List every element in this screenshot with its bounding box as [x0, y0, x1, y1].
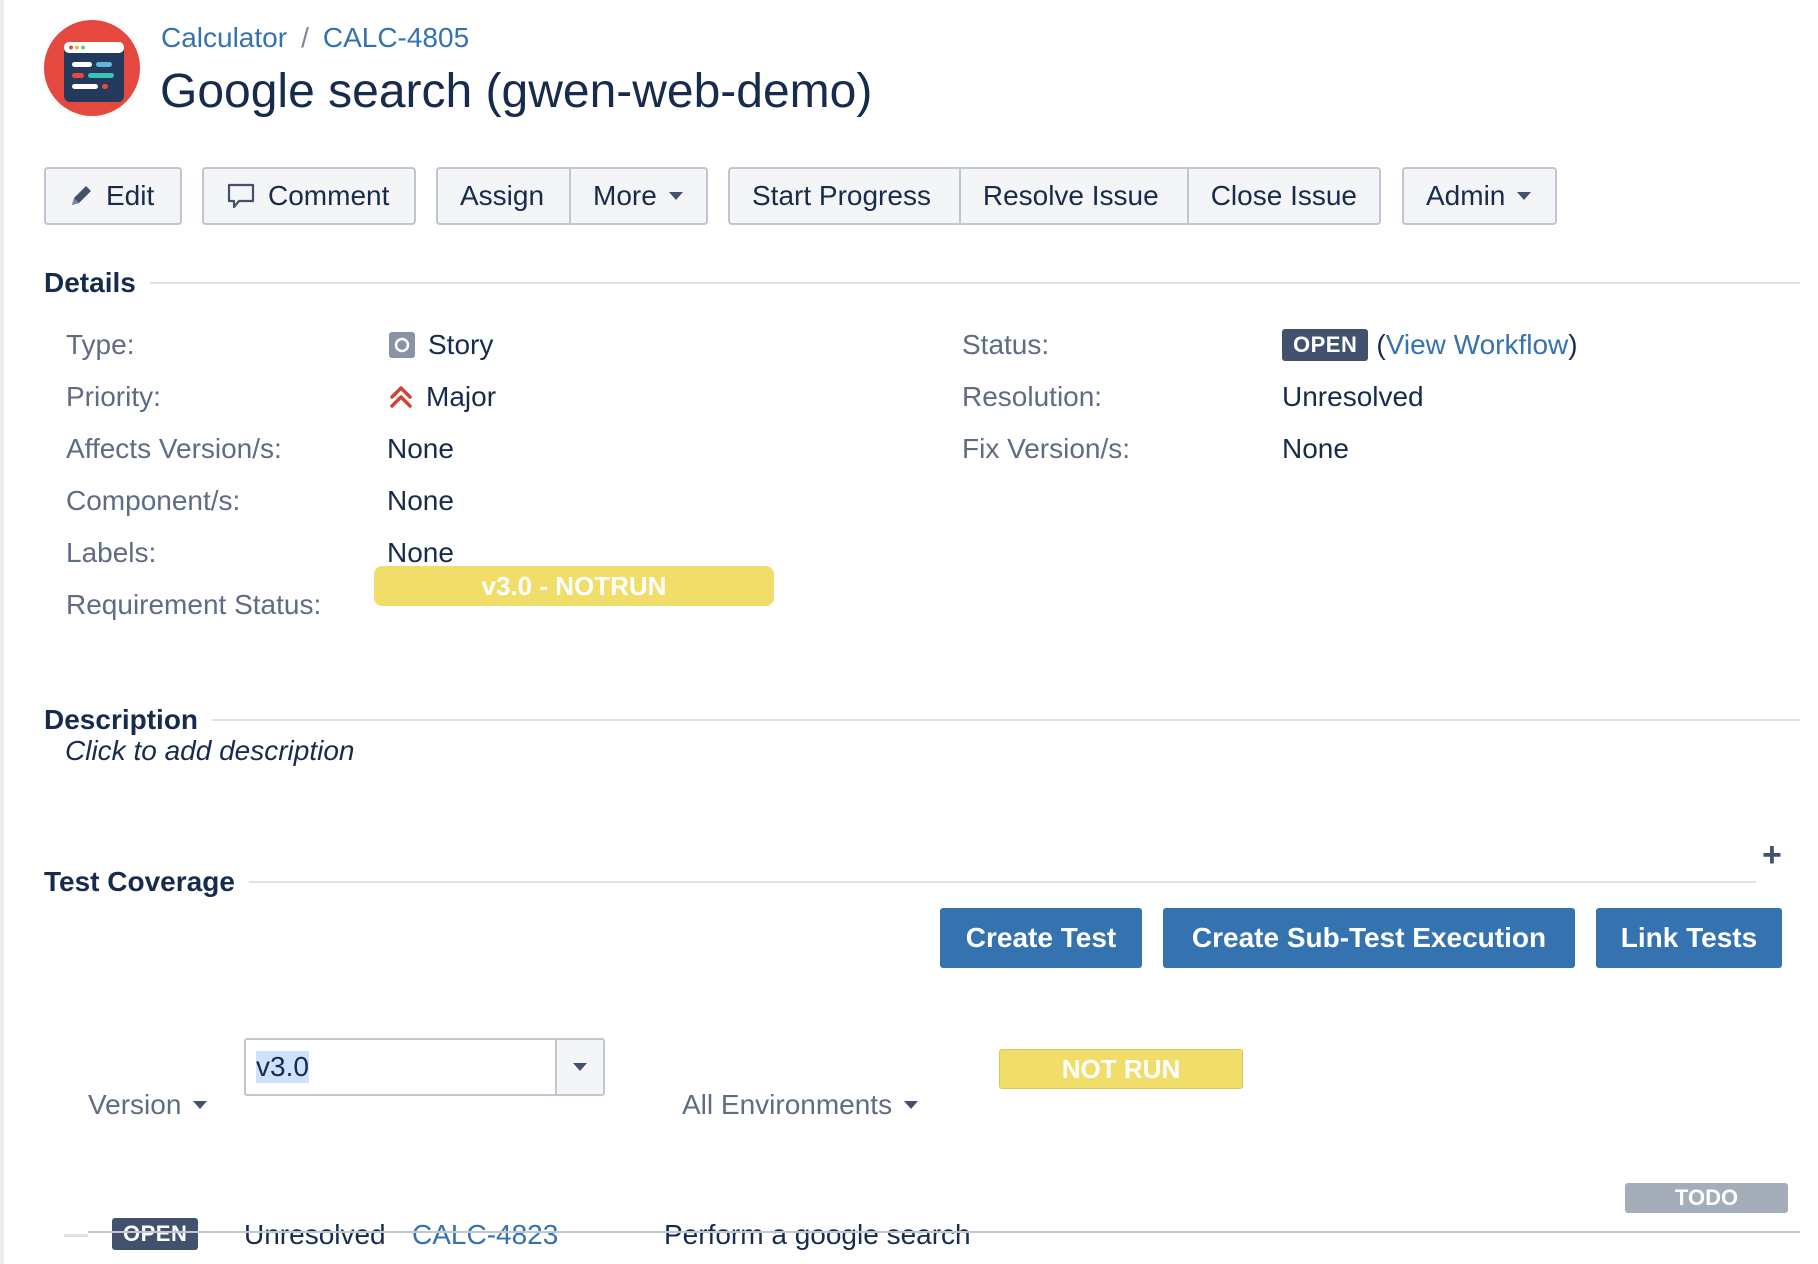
requirement-status-label: Requirement Status: — [66, 589, 322, 620]
priority-label: Priority: — [66, 381, 161, 412]
row-test-status-bar[interactable]: TODO — [1625, 1183, 1788, 1213]
admin-button[interactable]: Admin — [1404, 169, 1553, 223]
assign-button[interactable]: Assign — [438, 169, 569, 223]
divider — [149, 282, 1800, 284]
add-icon[interactable]: + — [1762, 838, 1782, 872]
edit-label: Edit — [106, 180, 155, 211]
row-summary: Perform a google search — [664, 1219, 971, 1250]
priority-value: Major — [388, 381, 496, 413]
row-divider-stub — [64, 1234, 88, 1237]
breadcrumb: Calculator / CALC-4805 — [161, 22, 469, 54]
edit-group: Edit — [44, 167, 182, 225]
description-section-header: Description — [44, 704, 1800, 736]
type-value-text: Story — [428, 329, 494, 360]
row-resolution: Unresolved — [244, 1219, 386, 1250]
type-value: Story — [388, 329, 493, 361]
paren-close: ) — [1568, 329, 1578, 360]
status-value: OPEN ( View Workflow ) — [1282, 329, 1578, 361]
priority-major-icon — [390, 386, 412, 408]
components-label: Component/s: — [66, 485, 241, 516]
project-logo-icon — [64, 42, 124, 102]
environments-filter[interactable]: All Environments — [682, 1089, 919, 1121]
close-issue-button[interactable]: Close Issue — [1186, 169, 1379, 223]
project-avatar[interactable] — [44, 20, 140, 116]
priority-value-text: Major — [426, 381, 497, 412]
breadcrumb-separator: / — [301, 22, 309, 53]
details-heading[interactable]: Details — [44, 267, 136, 299]
row-issue-link[interactable]: CALC-4823 — [412, 1219, 558, 1251]
description-placeholder[interactable]: Click to add description — [65, 735, 354, 767]
status-badge: OPEN — [1282, 329, 1369, 361]
resolution-label: Resolution: — [962, 381, 1103, 412]
version-filter-label[interactable]: Version — [88, 1089, 208, 1121]
edit-button[interactable]: Edit — [46, 169, 176, 223]
version-label-text: Version — [88, 1089, 182, 1120]
more-button[interactable]: More — [569, 169, 706, 223]
comment-group: Comment — [202, 167, 416, 225]
environments-label-text: All Environments — [682, 1089, 893, 1120]
create-sub-test-execution-button[interactable]: Create Sub-Test Execution — [1163, 908, 1575, 968]
fix-version-label: Fix Version/s: — [962, 433, 1131, 464]
version-dropdown-toggle[interactable] — [555, 1040, 603, 1094]
left-edge — [0, 0, 4, 1264]
speech-bubble-icon — [227, 183, 255, 209]
page-title[interactable]: Google search (gwen-web-demo) — [160, 64, 872, 119]
admin-group: Admin — [1402, 167, 1557, 225]
chevron-down-icon — [573, 1063, 587, 1071]
resolution-value: Unresolved — [1282, 381, 1424, 412]
test-coverage-section-header: Test Coverage — [44, 866, 1756, 898]
version-select-value[interactable]: v3.0 — [246, 1040, 555, 1094]
labels-value[interactable]: None — [387, 537, 454, 569]
create-test-button[interactable]: Create Test — [940, 908, 1142, 968]
coverage-status-bar[interactable]: NOT RUN — [999, 1049, 1243, 1089]
pencil-icon — [72, 186, 91, 205]
link-tests-button[interactable]: Link Tests — [1596, 908, 1782, 968]
components-value[interactable]: None — [387, 485, 454, 517]
workflow-group: Start Progress Resolve Issue Close Issue — [728, 167, 1381, 225]
status-label: Status: — [962, 329, 1050, 360]
row-status-badge: OPEN — [112, 1218, 199, 1250]
start-progress-button[interactable]: Start Progress — [730, 169, 959, 223]
paren-open: ( — [1376, 329, 1386, 360]
row-divider — [88, 1231, 1800, 1233]
divider — [248, 881, 1756, 883]
assign-more-group: Assign More — [436, 167, 708, 225]
chevron-down-icon — [668, 192, 683, 200]
more-label: More — [593, 180, 657, 211]
view-workflow-link[interactable]: View Workflow — [1386, 329, 1569, 361]
requirement-status-bar[interactable]: v3.0 - NOTRUN — [374, 566, 774, 606]
resolve-issue-button[interactable]: Resolve Issue — [958, 169, 1187, 223]
labels-label: Labels: — [66, 537, 157, 568]
fix-version-value[interactable]: None — [1282, 433, 1349, 465]
version-select[interactable]: v3.0 — [244, 1038, 605, 1096]
view-workflow-wrapper: ( View Workflow ) — [1376, 329, 1577, 361]
affects-version-value[interactable]: None — [387, 433, 454, 465]
admin-label: Admin — [1426, 180, 1506, 211]
chevron-down-icon — [1517, 192, 1532, 200]
test-coverage-heading[interactable]: Test Coverage — [44, 866, 235, 898]
chevron-down-icon — [193, 1101, 208, 1109]
details-section-header: Details — [44, 267, 1800, 299]
breadcrumb-issue-link[interactable]: CALC-4805 — [323, 22, 469, 54]
comment-label: Comment — [268, 180, 390, 211]
affects-version-label: Affects Version/s: — [66, 433, 282, 464]
comment-button[interactable]: Comment — [204, 169, 411, 223]
type-label: Type: — [66, 329, 135, 360]
divider — [212, 719, 1800, 721]
chevron-down-icon — [904, 1101, 919, 1109]
story-type-icon — [389, 332, 415, 358]
breadcrumb-project-link[interactable]: Calculator — [161, 22, 287, 54]
description-heading[interactable]: Description — [44, 704, 198, 736]
